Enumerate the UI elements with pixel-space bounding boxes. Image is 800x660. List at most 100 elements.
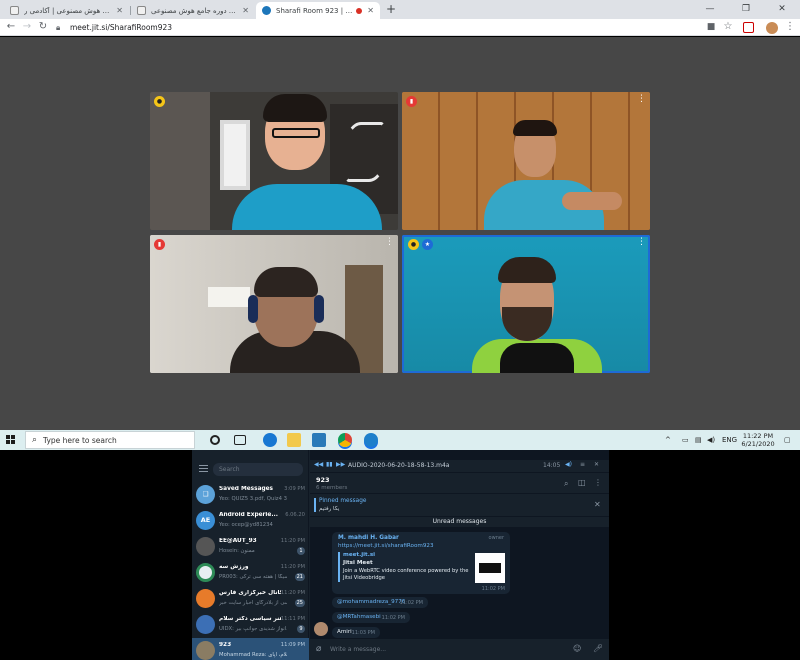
pinned-accent xyxy=(314,498,316,512)
video-tile-participant-3[interactable]: ▮ ⋮ xyxy=(150,235,398,373)
playlist-icon[interactable]: ≡ xyxy=(580,461,585,468)
tile-menu-icon[interactable]: ⋮ xyxy=(637,94,646,104)
language-indicator[interactable]: ENG xyxy=(722,430,737,450)
chat-item-varzesh-se[interactable]: ورزش سه 11:20 PM PR003: سلاسیگا | هفته س… xyxy=(192,560,309,586)
search-icon[interactable]: ⌕ xyxy=(564,479,568,489)
chat-name: Android Experie... xyxy=(219,512,278,518)
minimize-window-button[interactable]: — xyxy=(692,0,728,19)
chat-search-input[interactable]: Search xyxy=(213,463,303,476)
browser-tab-2[interactable]: دومین دوره جامع هوش مصنوعی ... ✕ xyxy=(131,2,255,19)
cortana-icon[interactable] xyxy=(210,435,220,445)
chat-item-honar-siasi[interactable]: هنر سیاسی دکتر سلام 11:11 PM UIDX: آنواز… xyxy=(192,612,309,638)
chat-title: 923 xyxy=(316,476,330,484)
message-bubble-link[interactable]: M. mahdi H. Gabar owner https://meet.jit… xyxy=(332,532,510,594)
bookmark-star-icon[interactable]: ☆ xyxy=(721,20,735,34)
moderator-icon: ★ xyxy=(422,239,433,250)
chat-name: Saved Messages xyxy=(219,486,274,492)
show-hidden-icons-icon[interactable]: ^ xyxy=(665,430,671,450)
browser-tab-3-active[interactable]: Sharafi Room 923 | Jitsi Meet ✕ xyxy=(256,2,380,19)
video-tile-participant-2[interactable]: ▮ ⋮ xyxy=(402,92,650,230)
mention-text[interactable]: @mohammadreza_9776 xyxy=(337,599,405,605)
extension-icon[interactable] xyxy=(743,22,754,33)
back-button[interactable]: ← xyxy=(4,20,18,34)
message-bubble-mention-2[interactable]: @MRTahmasebi 11:02 PM xyxy=(332,612,410,623)
close-pinned-icon[interactable]: ✕ xyxy=(594,500,601,509)
chat-item-923-selected[interactable]: 923 11:09 PM Mohammad Reza: سلام، اپای..… xyxy=(192,638,309,660)
tile-menu-icon[interactable]: ⋮ xyxy=(385,237,394,247)
person-arms xyxy=(562,192,622,210)
chat-item-ee-aut-93[interactable]: EE@AUT_93 11:20 PM Hosein: ممنون 1 xyxy=(192,534,309,560)
action-center-icon[interactable]: ▢ xyxy=(784,430,791,450)
task-view-icon[interactable] xyxy=(234,435,246,445)
windows-start-icon[interactable] xyxy=(6,435,16,445)
chrome-icon[interactable] xyxy=(338,433,352,447)
chat-time: 11:20 PM xyxy=(280,590,305,596)
edge-browser-icon[interactable] xyxy=(263,433,277,447)
reload-button[interactable]: ↻ xyxy=(36,20,50,34)
notification-icon[interactable]: ▭ xyxy=(682,430,689,450)
chat-time: 11:11 PM xyxy=(280,616,305,622)
telegram-taskbar-icon[interactable] xyxy=(364,433,378,447)
maximize-window-button[interactable]: ❐ xyxy=(728,0,764,19)
pause-icon[interactable]: ▮▮ xyxy=(326,461,333,468)
previous-track-icon[interactable]: ◀◀ xyxy=(314,461,323,468)
more-options-icon[interactable]: ⋮ xyxy=(594,478,602,487)
message-link[interactable]: https://meet.jit.si/sharafiRoom923 xyxy=(338,543,434,549)
volume-icon[interactable]: ◀) xyxy=(565,461,572,468)
close-tab-icon[interactable]: ✕ xyxy=(242,6,249,15)
profile-avatar[interactable] xyxy=(766,22,778,34)
lock-icon: 🔒︎ xyxy=(56,22,61,32)
connection-signal-icon: ▮ xyxy=(154,239,165,250)
tab-title: Sharafi Room 923 | Jitsi Meet xyxy=(276,6,353,15)
address-bar[interactable]: 🔒︎ meet.jit.si/SharafiRoom923 xyxy=(56,20,696,35)
volume-icon[interactable]: ◀) xyxy=(707,430,715,450)
new-tab-button[interactable]: + xyxy=(384,2,398,16)
close-player-icon[interactable]: ✕ xyxy=(594,461,599,468)
close-window-button[interactable]: ✕ xyxy=(764,0,800,19)
message-author: M. mahdi H. Gabar xyxy=(338,535,399,541)
sender-avatar[interactable] xyxy=(314,622,328,636)
browser-tab-strip: مدرسه هوش مصنوعی | آکادمی ر... ✕ دومین د… xyxy=(0,0,800,19)
forward-button[interactable]: → xyxy=(20,20,34,34)
message-bubble-mention-1[interactable]: @mohammadreza_9776 11:02 PM xyxy=(332,597,428,608)
person-hair xyxy=(263,94,327,122)
chat-item-android-experience[interactable]: AE Android Experie... 6.06.20 Yeo: ocep@… xyxy=(192,508,309,534)
preview-site: meet.jit.si xyxy=(343,552,376,558)
message-time: 11:02 PM xyxy=(399,600,423,606)
browser-tab-1[interactable]: مدرسه هوش مصنوعی | آکادمی ر... ✕ xyxy=(4,2,129,19)
message-bubble-last[interactable]: Amiri 11:03 PM xyxy=(332,627,380,638)
system-clock[interactable]: 11:22 PM 6/21/2020 xyxy=(738,432,778,448)
chat-header[interactable]: 923 6 members ⌕ ◫ ⋮ xyxy=(310,472,609,493)
audio-time: 14:05 xyxy=(543,462,561,469)
message-time: 11:03 PM xyxy=(351,630,375,636)
tile-menu-icon[interactable]: ⋮ xyxy=(637,237,646,247)
video-tile-participant-4-active-speaker[interactable]: ● ★ ⋮ xyxy=(402,235,650,373)
person-glasses xyxy=(272,128,320,138)
next-track-icon[interactable]: ▶▶ xyxy=(336,461,345,468)
windows-taskbar: ⌕ Type here to search ^ ▭ ▤ ◀) ENG 11:22… xyxy=(0,430,800,450)
pinned-message-bar[interactable]: Pinned message یکا رفتیم ✕ xyxy=(310,494,609,516)
screen-black-margin-right xyxy=(609,450,800,660)
video-tile-participant-1[interactable]: ● xyxy=(150,92,398,230)
network-icon[interactable]: ▤ xyxy=(695,430,702,450)
mail-icon[interactable] xyxy=(312,433,326,447)
file-explorer-icon[interactable] xyxy=(287,433,301,447)
chat-item-fars-news[interactable]: کانال خبرگزاری فارس 11:20 PM سی از بلادر… xyxy=(192,586,309,612)
close-tab-icon[interactable]: ✕ xyxy=(116,6,123,15)
windows-search-box[interactable]: ⌕ Type here to search xyxy=(25,431,195,449)
attach-icon[interactable]: ⌀ xyxy=(316,644,321,654)
preview-thumbnail xyxy=(475,553,505,583)
close-tab-icon[interactable]: ✕ xyxy=(367,6,374,15)
preview-description: Join a WebRTC video conference powered b… xyxy=(343,568,469,581)
sidebar-toggle-icon[interactable]: ◫ xyxy=(578,478,586,487)
emoji-icon[interactable]: ☺ xyxy=(573,644,581,653)
browser-menu-icon[interactable]: ⋮ xyxy=(783,20,797,34)
microphone-icon[interactable]: 🎤︎ xyxy=(593,644,603,653)
message-input[interactable]: Write a message... xyxy=(330,646,386,653)
menu-icon[interactable] xyxy=(199,465,208,472)
chat-time: 6.06.20 xyxy=(285,512,305,518)
camera-in-use-icon[interactable]: ■ xyxy=(704,20,718,34)
screen-black-margin-left xyxy=(0,450,192,660)
chat-item-saved-messages[interactable]: ❑ Saved Messages 3:09 PM Yeo: QUIZ5 3.pd… xyxy=(192,482,309,508)
mention-text[interactable]: @MRTahmasebi xyxy=(337,614,381,620)
